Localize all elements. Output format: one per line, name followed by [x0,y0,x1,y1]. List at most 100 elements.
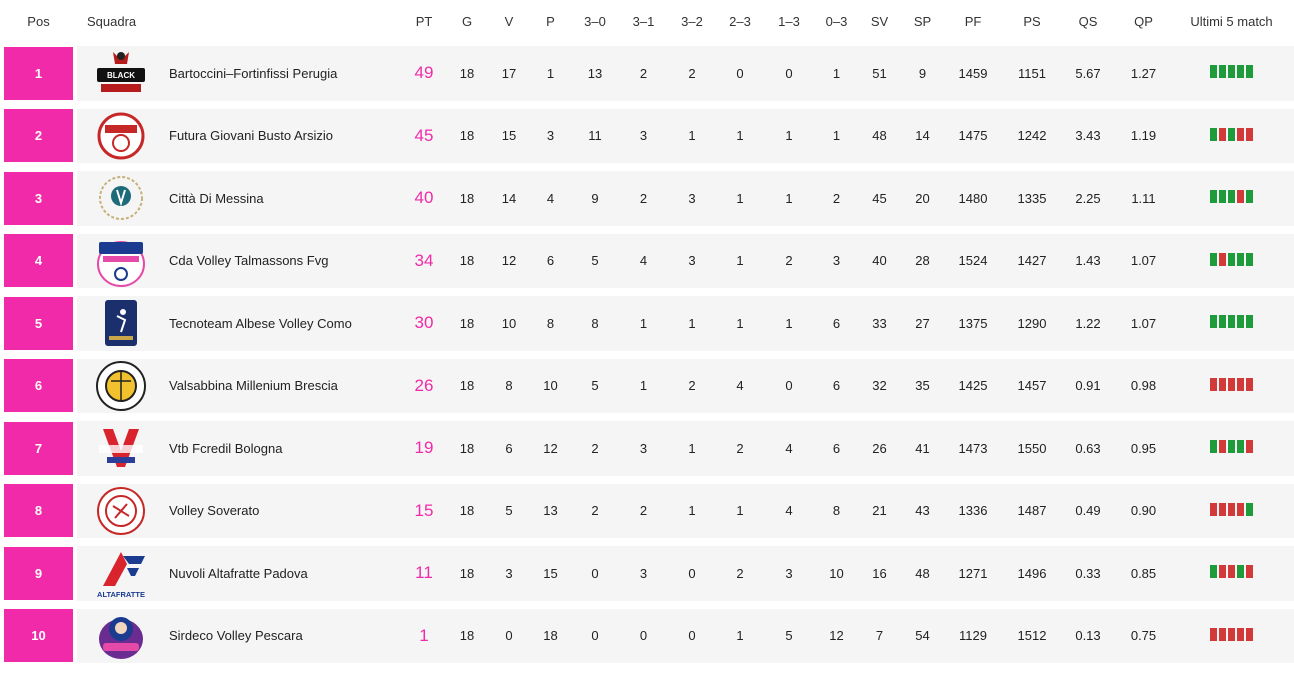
form-loss [1246,377,1253,391]
stat-pf: 1336 [940,479,1006,542]
table-row[interactable]: 3 Città Di Messina 40 18 14 4 9 2 3 1 1 2 45 20 1480 13… [0,167,1294,230]
stat-qs: 3.43 [1058,104,1118,167]
stat-ps: 1496 [1006,542,1058,605]
team-name[interactable]: Sirdeco Volley Pescara [169,628,303,643]
table-row[interactable]: 8 Volley Soverato 15 18 5 13 2 2 1 1 4 8 21 43 1336 148… [0,479,1294,542]
position-cell: 10 [0,605,77,668]
stat-p: 8 [535,292,566,355]
stat-sp: 35 [905,354,940,417]
table-row[interactable]: 10 Sirdeco Volley Pescara 1 18 0 18 0 0 0 1 5 12 7 54… [0,604,1294,668]
stat-g: 18 [451,604,483,667]
stat-sv: 26 [854,417,905,480]
stat-sp: 27 [905,292,940,355]
table-row[interactable]: 4 Cda Volley Talmassons Fvg 34 18 12 6 5 4 3 1 2 3 4… [0,229,1294,292]
stat-pf: 1473 [940,417,1006,480]
team-name[interactable]: Tecnoteam Albese Volley Como [169,316,352,331]
stat-ps: 1487 [1006,479,1058,542]
stat-pf: 1271 [940,542,1006,605]
header-pos: Pos [27,13,50,29]
stat-qp: 1.07 [1118,229,1169,292]
stat-1-3: 0 [759,354,819,417]
team-cell[interactable]: Futura Giovani Busto Arsizio [77,104,397,167]
team-cell[interactable]: Cda Volley Talmassons Fvg [77,229,397,292]
table-row[interactable]: 6 Valsabbina Millenium Brescia 26 18 8 10 5 1 2 4… [0,354,1294,417]
stat-ps: 1457 [1006,354,1058,417]
team-cell[interactable]: Tecnoteam Albese Volley Como [77,292,397,355]
team-name[interactable]: Città Di Messina [169,191,264,206]
stat-2-3: 1 [721,479,759,542]
stat-3-1: 2 [624,167,663,230]
last-5-cell [1169,229,1294,292]
stat-3-1: 2 [624,479,663,542]
table-row[interactable]: 5 Tecnoteam Albese Volley Como 30 18 10 8 8 1 1 1… [0,292,1294,355]
stat-pf: 1375 [940,292,1006,355]
team-name[interactable]: Vtb Fcredil Bologna [169,441,282,456]
stat-qs: 2.25 [1058,167,1118,230]
team-name[interactable]: Bartoccini–Fortinfissi Perugia [169,66,337,81]
stat-ps: 1290 [1006,292,1058,355]
header-3-1: 3–1 [632,13,655,29]
stat-g: 18 [451,542,483,605]
stat-sv: 40 [854,229,905,292]
stat-g: 18 [451,417,483,480]
stat-sp: 54 [905,604,940,667]
team-name[interactable]: Volley Soverato [169,503,259,518]
form-win [1210,190,1217,204]
form-win [1210,440,1217,454]
stat-3-0: 5 [566,229,624,292]
form-win [1219,315,1226,329]
header-p: P [546,13,555,29]
stat-g: 18 [451,42,483,105]
form-indicator [1210,565,1253,579]
table-row[interactable]: 9 ALTAFRATTE Nuvoli Altafratte Padova 11 18 3… [0,542,1294,605]
form-win [1210,252,1217,266]
form-win [1210,65,1217,79]
team-name[interactable]: Futura Giovani Busto Arsizio [169,128,333,143]
stat-pt: 19 [397,417,451,480]
position-cell: 7 [0,417,77,480]
last-5-cell [1169,604,1294,667]
stat-2-3: 2 [721,417,759,480]
stat-ps: 1512 [1006,604,1058,667]
stat-3-0: 0 [566,542,624,605]
team-name[interactable]: Nuvoli Altafratte Padova [169,566,308,581]
table-row[interactable]: 7 Vtb Fcredil Bologna 19 18 6 12 2 3 1 2 4 6 26 41 147… [0,417,1294,480]
team-cell[interactable]: Sirdeco Volley Pescara [77,604,397,667]
stat-2-3: 1 [721,229,759,292]
stat-3-2: 2 [663,42,721,105]
stat-pt: 40 [397,167,451,230]
stat-3-0: 13 [566,42,624,105]
team-cell[interactable]: Vtb Fcredil Bologna [77,417,397,480]
team-name[interactable]: Cda Volley Talmassons Fvg [169,253,328,268]
position-badge: 8 [4,484,73,538]
stat-3-1: 3 [624,417,663,480]
stat-3-1: 1 [624,292,663,355]
akademia-sant-anna-logo-icon [93,171,149,225]
stat-sv: 45 [854,167,905,230]
team-cell[interactable]: Volley Soverato [77,479,397,542]
team-cell[interactable]: Valsabbina Millenium Brescia [77,354,397,417]
stat-3-1: 1 [624,354,663,417]
form-loss [1219,565,1226,579]
team-cell[interactable]: Città Di Messina [77,167,397,230]
header-3-0: 3–0 [584,13,606,29]
header-qs: QS [1078,13,1098,29]
team-cell[interactable]: ALTAFRATTE Nuvoli Altafratte Padova [77,542,397,605]
stat-v: 14 [483,167,535,230]
last-5-cell [1169,417,1294,480]
form-loss [1237,502,1244,516]
form-loss [1228,565,1235,579]
form-win [1246,315,1253,329]
form-loss [1210,502,1217,516]
sirdeco-pescara-logo-icon [93,609,149,663]
stat-3-2: 0 [663,604,721,667]
form-loss [1237,377,1244,391]
stat-1-3: 3 [759,542,819,605]
stat-3-0: 11 [566,104,624,167]
table-row[interactable]: 2 Futura Giovani Busto Arsizio 45 18 15 3 11 3 1… [0,104,1294,167]
form-indicator [1210,65,1253,79]
table-row[interactable]: 1 BLACK Bartoccini–Fortinfissi Perugia 49 18… [0,42,1294,105]
team-name[interactable]: Valsabbina Millenium Brescia [169,378,338,393]
stat-sv: 48 [854,104,905,167]
team-cell[interactable]: BLACK Bartoccini–Fortinfissi Perugia [77,42,397,105]
